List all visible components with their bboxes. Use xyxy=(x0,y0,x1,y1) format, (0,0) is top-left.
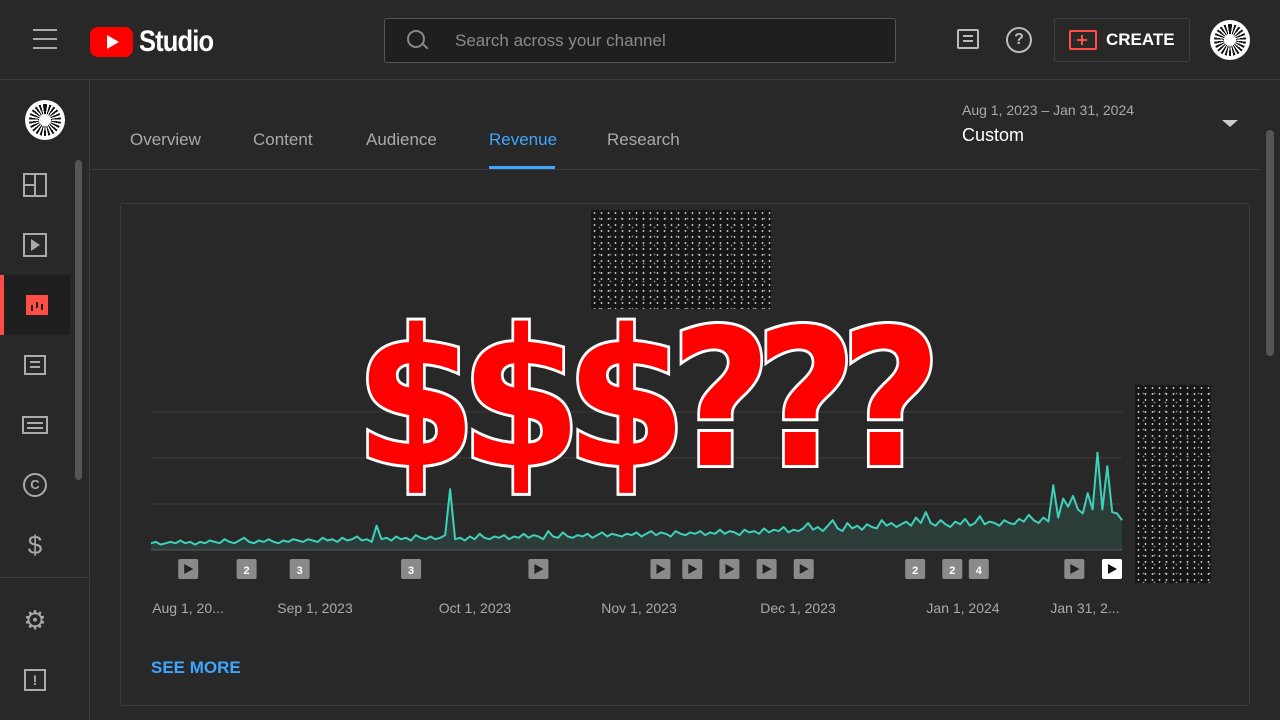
see-more-link[interactable]: SEE MORE xyxy=(151,658,241,678)
tab-overview[interactable]: Overview xyxy=(130,130,201,150)
copyright-icon: C xyxy=(23,473,47,497)
tab-revenue[interactable]: Revenue xyxy=(489,130,557,150)
send-feedback-icon[interactable] xyxy=(957,29,979,49)
dollar-icon: $ xyxy=(27,530,43,560)
gear-icon: ⚙ xyxy=(23,605,47,635)
sidebar-item-earn[interactable]: $ xyxy=(0,515,70,575)
content-icon xyxy=(23,233,47,257)
search-input[interactable] xyxy=(455,19,875,62)
sidebar-item-analytics[interactable] xyxy=(0,275,70,335)
search-icon[interactable] xyxy=(407,30,429,52)
tab-research[interactable]: Research xyxy=(607,130,680,150)
help-icon[interactable]: ? xyxy=(1006,27,1032,53)
menu-icon[interactable] xyxy=(33,29,57,49)
sidebar-item-settings[interactable]: ⚙ xyxy=(0,590,70,650)
main-scrollbar[interactable] xyxy=(1266,130,1274,356)
chevron-down-icon[interactable] xyxy=(1222,120,1238,127)
sidebar-divider xyxy=(0,577,89,578)
subtitles-icon xyxy=(22,416,48,434)
tab-content[interactable]: Content xyxy=(253,130,313,150)
sidebar-item-comments[interactable] xyxy=(0,335,70,395)
analytics-icon xyxy=(26,295,48,315)
tabs-divider xyxy=(90,169,1260,170)
search-box[interactable] xyxy=(384,18,896,63)
sidebar-item-subtitles[interactable] xyxy=(0,395,70,455)
logo-text: Studio xyxy=(139,25,214,58)
left-sidebar: C $ ⚙ ! xyxy=(0,80,90,720)
sidebar-item-copyright[interactable]: C xyxy=(0,455,70,515)
feedback-icon: ! xyxy=(24,669,46,691)
dashboard-icon xyxy=(23,173,47,197)
account-avatar[interactable] xyxy=(1210,20,1250,60)
tab-audience[interactable]: Audience xyxy=(366,130,437,150)
youtube-play-icon xyxy=(90,27,133,57)
top-header: Studio ? CREATE xyxy=(0,0,1280,80)
channel-avatar[interactable] xyxy=(25,100,65,140)
sidebar-item-dashboard[interactable] xyxy=(0,155,70,215)
create-button[interactable]: CREATE xyxy=(1054,18,1190,62)
sidebar-item-content[interactable] xyxy=(0,215,70,275)
create-label: CREATE xyxy=(1106,30,1175,49)
sidebar-item-feedback[interactable]: ! xyxy=(0,650,70,710)
date-range-text[interactable]: Aug 1, 2023 – Jan 31, 2024 xyxy=(962,102,1134,118)
studio-logo[interactable]: Studio xyxy=(90,25,226,59)
overlay-headline: $$$??? xyxy=(352,289,944,510)
blurred-video-thumbnails xyxy=(1135,385,1211,583)
date-range-label[interactable]: Custom xyxy=(962,125,1024,146)
sidebar-scrollbar[interactable] xyxy=(75,160,82,480)
comments-icon xyxy=(24,355,46,375)
create-video-icon xyxy=(1069,30,1097,50)
studio-app: Studio ? CREATE C $ ⚙ ! Overview Content… xyxy=(0,0,1280,720)
